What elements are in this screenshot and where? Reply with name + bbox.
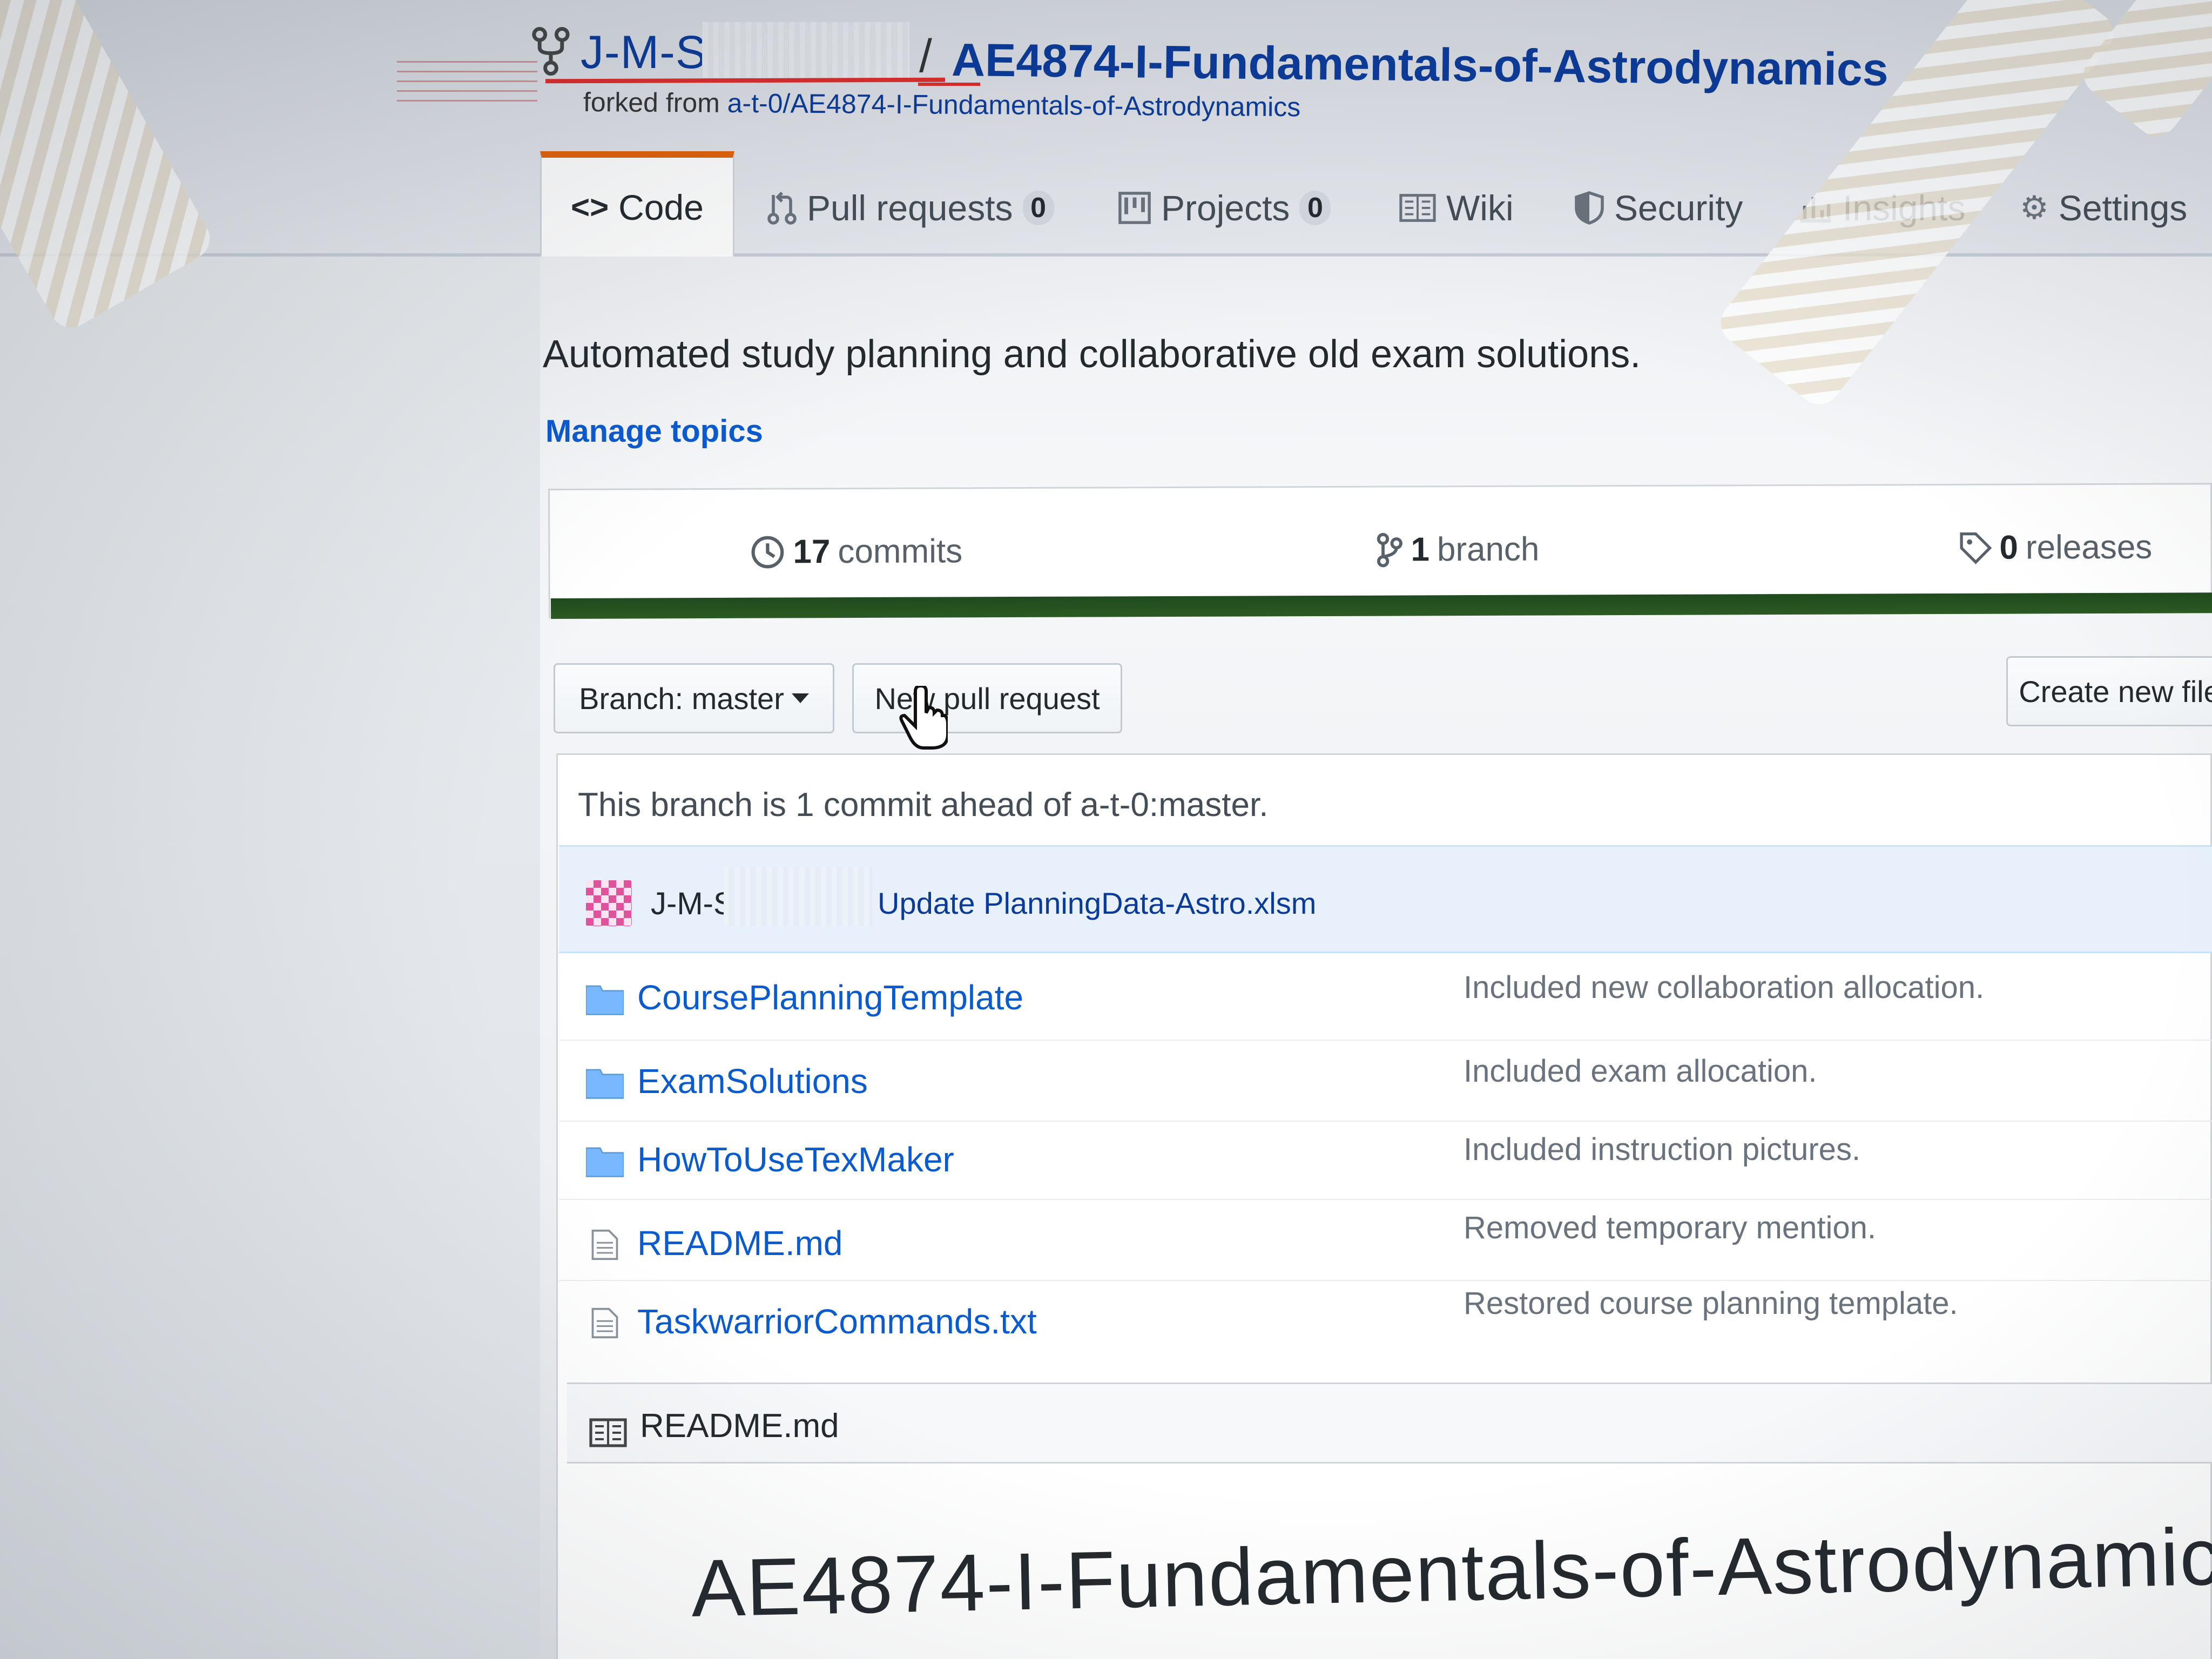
row-divider — [559, 1280, 2212, 1281]
hand-pointer-cursor-icon — [899, 686, 948, 750]
releases-link[interactable]: 0 releases — [1959, 528, 2152, 567]
tab-label: Wiki — [1446, 188, 1514, 228]
file-row-how-to-use-texmaker[interactable]: HowToUseTexMaker Included instruction pi… — [586, 1131, 2206, 1193]
project-icon — [1118, 192, 1151, 224]
row-divider — [559, 1040, 2212, 1041]
file-name-link[interactable]: CoursePlanningTemplate — [637, 977, 1023, 1017]
file-name-link[interactable]: HowToUseTexMaker — [637, 1139, 954, 1179]
file-name-link[interactable]: README.md — [637, 1223, 843, 1263]
file-commit-message[interactable]: Included instruction pictures. — [1464, 1131, 1860, 1168]
gear-icon: ⚙ — [2020, 190, 2049, 226]
tab-label: Projects — [1161, 188, 1290, 228]
tab-settings[interactable]: ⚙ Settings — [2020, 162, 2187, 254]
file-commit-message[interactable]: Included exam allocation. — [1464, 1053, 1817, 1089]
commits-label: commits — [838, 532, 963, 571]
redacted-owner-name — [702, 22, 910, 78]
projects-count: 0 — [1299, 191, 1331, 225]
red-annotation — [397, 57, 537, 103]
repo-description: Automated study planning and collaborati… — [543, 333, 1641, 376]
branch-select-label: Branch: master — [579, 681, 784, 716]
new-pull-request-button[interactable]: New pull request — [852, 663, 1122, 733]
shield-icon — [1575, 191, 1604, 225]
repo-forked-icon — [532, 27, 570, 76]
file-icon — [591, 1307, 618, 1339]
folder-icon — [586, 1069, 624, 1099]
repo-name-link[interactable]: AE4874-I-Fundamentals-of-Astrodynamics — [951, 33, 1889, 97]
file-commit-message[interactable]: Restored course planning template. — [1464, 1285, 1958, 1321]
tag-icon — [1960, 532, 1992, 564]
file-row-readme[interactable]: README.md Removed temporary mention. — [586, 1210, 2206, 1277]
row-divider — [559, 1121, 2212, 1122]
page-margin — [0, 257, 540, 1659]
branch-label: branch — [1437, 530, 1540, 569]
tab-label: Insights — [1843, 188, 1966, 228]
branches-link[interactable]: 1 branch — [1376, 530, 1540, 569]
folder-icon — [586, 1147, 624, 1177]
tab-security[interactable]: Security — [1574, 162, 1743, 254]
branch-select-button[interactable]: Branch: master — [554, 663, 834, 733]
tab-label: Pull requests — [807, 188, 1013, 228]
code-icon: <> — [571, 189, 609, 225]
photo-of-screen: J-M-S / AE4874-I-Fundamentals-of-Astrody… — [0, 0, 2212, 1659]
commit-author-link[interactable]: J-M-S — [651, 886, 734, 922]
readme-filename: README.md — [640, 1407, 839, 1445]
tab-pull-requests[interactable]: Pull requests 0 — [767, 162, 1054, 254]
row-divider — [559, 1199, 2212, 1200]
create-new-file-label: Create new file — [2019, 674, 2212, 709]
file-name-link[interactable]: ExamSolutions — [637, 1061, 868, 1101]
branch-ahead-status: This branch is 1 commit ahead of a-t-0:m… — [578, 786, 1269, 824]
releases-count: 0 — [1999, 529, 2019, 567]
tab-label: Security — [1614, 188, 1743, 228]
forked-from-label: forked from — [583, 87, 727, 118]
history-icon — [751, 536, 784, 568]
repo-nav-tabs: <> Code Pull requests 0 Projects 0 Wiki … — [540, 151, 2212, 257]
tab-label: Code — [618, 187, 704, 227]
pull-requests-count: 0 — [1022, 191, 1054, 225]
branch-count: 1 — [1411, 531, 1430, 569]
commit-message-link[interactable]: Update PlanningData-Astro.xlsm — [878, 886, 1316, 921]
commits-link[interactable]: 17 commits — [750, 532, 962, 571]
avatar[interactable] — [586, 880, 632, 926]
commits-count: 17 — [793, 533, 831, 571]
file-row-exam-solutions[interactable]: ExamSolutions Included exam allocation. — [586, 1053, 2206, 1115]
book-icon — [1399, 194, 1436, 222]
file-name-link[interactable]: TaskwarriorCommands.txt — [637, 1301, 1037, 1341]
file-row-taskwarrior-commands[interactable]: TaskwarriorCommands.txt Restored course … — [586, 1286, 2206, 1355]
file-icon — [591, 1229, 618, 1260]
file-commit-message[interactable]: Included new collaboration allocation. — [1464, 969, 1984, 1006]
forked-from-text: forked from a-t-0/AE4874-I-Fundamentals-… — [583, 86, 1301, 123]
manage-topics-link[interactable]: Manage topics — [545, 413, 763, 449]
releases-label: releases — [2025, 528, 2153, 567]
git-branch-icon — [1377, 532, 1402, 567]
forked-source-link[interactable]: a-t-0/AE4874-I-Fundamentals-of-Astrodyna… — [727, 88, 1301, 122]
graph-icon — [1800, 197, 1831, 223]
repo-path-separator: / — [919, 30, 932, 82]
folder-icon — [586, 985, 624, 1015]
tab-projects[interactable]: Projects 0 — [1118, 162, 1331, 254]
tab-code[interactable]: <> Code — [540, 151, 734, 257]
file-row-course-planning-template[interactable]: CoursePlanningTemplate Included new coll… — [586, 969, 2206, 1031]
tab-insights[interactable]: Insights — [1798, 162, 1965, 254]
book-icon — [589, 1418, 627, 1447]
tab-wiki[interactable]: Wiki — [1399, 162, 1514, 254]
repo-owner-link[interactable]: J-M-S — [581, 26, 707, 79]
tab-label: Settings — [2058, 188, 2188, 228]
git-pull-request-icon — [767, 192, 797, 225]
create-new-file-button[interactable]: Create new file — [2006, 656, 2212, 726]
redacted-author-name — [724, 867, 872, 926]
file-commit-message[interactable]: Removed temporary mention. — [1464, 1210, 1876, 1246]
caret-down-icon — [791, 693, 809, 703]
